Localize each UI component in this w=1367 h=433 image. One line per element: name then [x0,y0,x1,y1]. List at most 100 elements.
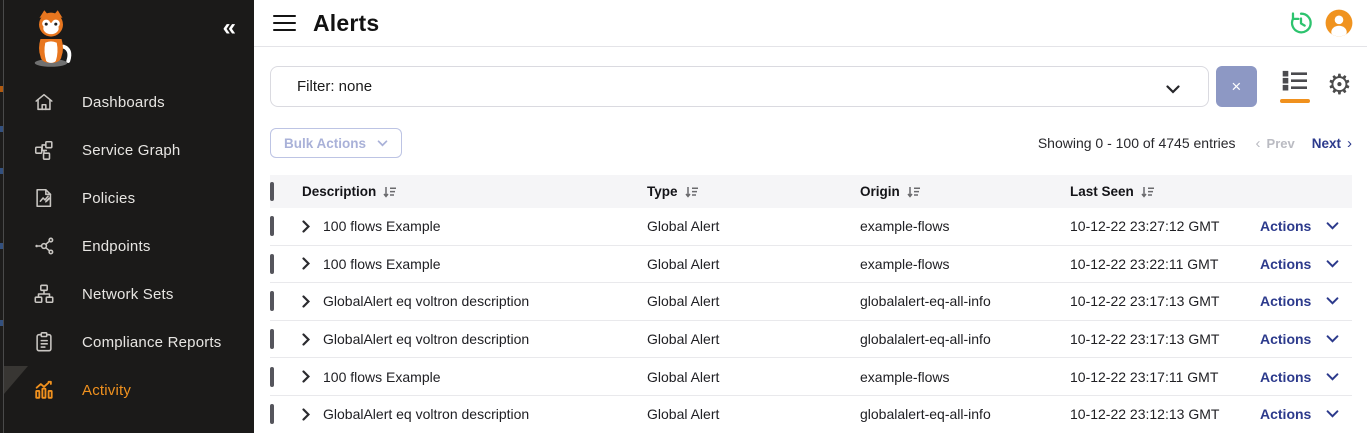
partial-icon [32,426,56,433]
filter-value: Filter: none [297,78,372,95]
expand-row-icon[interactable] [302,220,310,233]
alert-origin: example-flows [860,369,1070,385]
alert-description: 100 flows Example [323,369,441,385]
actions-menu[interactable]: Actions [1260,406,1352,422]
sort-icon [383,186,396,198]
sort-icon [1141,186,1154,198]
sidebar-item-label: Endpoints [82,238,151,255]
expand-row-icon[interactable] [302,257,310,270]
alert-description: GlobalAlert eq voltron description [323,293,529,309]
actions-menu[interactable]: Actions [1260,218,1352,234]
sidebar-item-dashboards[interactable]: Dashboards [4,78,254,126]
actions-menu[interactable]: Actions [1260,256,1352,272]
gear-icon[interactable]: ⚙ [1327,71,1352,99]
column-header-origin[interactable]: Origin [860,184,1070,199]
table-row: 100 flows Example Global Alert example-f… [270,246,1352,284]
alert-origin: globalalert-eq-all-info [860,406,1070,422]
column-header-last-seen[interactable]: Last Seen [1070,184,1260,199]
expand-row-icon[interactable] [302,408,310,421]
alert-description: 100 flows Example [323,256,441,272]
chevron-down-icon [1326,260,1339,268]
table-row: GlobalAlert eq voltron description Globa… [270,283,1352,321]
row-checkbox[interactable] [270,216,274,236]
list-icon [1281,70,1309,92]
endpoints-icon [32,234,56,258]
sidebar-item-policies[interactable]: Policies [4,174,254,222]
sidebar-item-service-graph[interactable]: Service Graph [4,126,254,174]
chevron-right-icon: › [1347,135,1352,152]
list-view-tab[interactable] [1280,70,1310,103]
chevron-down-icon [1326,222,1339,230]
pagination-summary: Showing 0 - 100 of 4745 entries [1038,135,1236,151]
alert-type: Global Alert [647,293,860,309]
sidebar-item-network-sets[interactable]: Network Sets [4,270,254,318]
actions-menu[interactable]: Actions [1260,293,1352,309]
sidebar-item-label: Compliance Reports [82,334,222,351]
alert-type: Global Alert [647,406,860,422]
toolbar: Bulk Actions Showing 0 - 100 of 4745 ent… [270,128,1352,158]
row-checkbox[interactable] [270,329,274,349]
main-panel: Alerts Filter: none [254,0,1367,433]
activity-chart-icon [32,378,56,402]
alert-last-seen: 10-12-22 23:17:11 GMT [1070,369,1260,385]
chevron-down-icon [1326,335,1339,343]
hamburger-menu-icon[interactable] [273,15,296,32]
row-checkbox[interactable] [270,254,274,274]
column-header-type[interactable]: Type [647,184,860,199]
table-row: 100 flows Example Global Alert example-f… [270,208,1352,246]
chevron-down-icon [377,140,388,147]
alert-type: Global Alert [647,218,860,234]
filter-select[interactable]: Filter: none [270,66,1209,107]
alert-type: Global Alert [647,331,860,347]
network-sets-icon [32,282,56,306]
table-row: GlobalAlert eq voltron description Globa… [270,321,1352,359]
user-avatar-icon[interactable] [1325,9,1353,37]
table-header-row: Description Type Origin Last Seen [270,175,1352,208]
sidebar-item-label: Service Graph [82,142,180,159]
sidebar-item-activity[interactable]: Activity [4,366,254,414]
alert-type: Global Alert [647,256,860,272]
policy-document-icon [32,186,56,210]
page-title: Alerts [313,10,379,37]
expand-row-icon[interactable] [302,333,310,346]
chevron-left-icon: ‹ [1256,135,1261,152]
sidebar-item-label: Activity [82,382,131,399]
alert-origin: globalalert-eq-all-info [860,331,1070,347]
row-checkbox[interactable] [270,291,274,311]
row-checkbox[interactable] [270,404,274,424]
column-header-description[interactable]: Description [302,184,647,199]
top-bar: Alerts [254,0,1367,47]
alert-origin: example-flows [860,256,1070,272]
alert-description: 100 flows Example [323,218,441,234]
active-tab-indicator [1280,99,1310,103]
service-graph-icon [32,138,56,162]
alert-last-seen: 10-12-22 23:12:13 GMT [1070,406,1260,422]
sidebar-item-compliance-reports[interactable]: Compliance Reports [4,318,254,366]
sidebar-item-label: Policies [82,190,135,207]
sort-icon [907,186,920,198]
sidebar: « Dashboards Service Graph Policies Endp… [4,0,254,433]
chevron-down-icon [1166,81,1180,98]
actions-menu[interactable]: Actions [1260,331,1352,347]
clear-filter-button[interactable]: × [1216,66,1257,107]
select-all-checkbox[interactable] [270,182,274,201]
alerts-table: Description Type Origin Last Seen [270,175,1352,433]
clipboard-icon [32,330,56,354]
sidebar-item-endpoints[interactable]: Endpoints [4,222,254,270]
expand-row-icon[interactable] [302,295,310,308]
alert-last-seen: 10-12-22 23:17:13 GMT [1070,293,1260,309]
table-row: 100 flows Example Global Alert example-f… [270,358,1352,396]
alert-type: Global Alert [647,369,860,385]
sidebar-collapse-icon[interactable]: « [223,16,236,40]
sidebar-item-partial[interactable] [4,414,254,433]
history-icon[interactable] [1288,10,1314,36]
actions-menu[interactable]: Actions [1260,369,1352,385]
chevron-down-icon [1326,410,1339,418]
prev-page-button[interactable]: ‹ Prev [1256,135,1295,152]
bulk-actions-button[interactable]: Bulk Actions [270,128,402,158]
next-page-button[interactable]: Next › [1312,135,1352,152]
expand-row-icon[interactable] [302,370,310,383]
home-icon [32,90,56,114]
chevron-down-icon [1326,297,1339,305]
row-checkbox[interactable] [270,367,274,387]
